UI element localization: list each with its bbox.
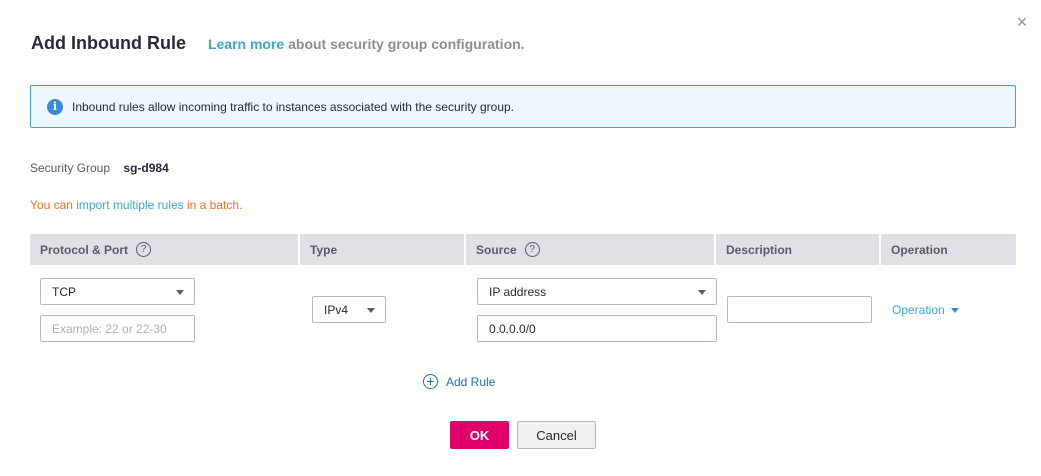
source-type-value: IP address [489,284,547,299]
info-banner: i Inbound rules allow incoming traffic t… [30,85,1016,128]
subtitle-text: about security group configuration. [284,36,525,52]
batch-import-hint: You can import multiple rules in a batch… [30,198,242,212]
operation-label: Operation [892,303,945,317]
security-group-value: sg-d984 [123,161,169,175]
dialog-subtitle: Learn more about security group configur… [208,36,525,52]
chevron-down-icon [367,308,375,313]
cancel-button[interactable]: Cancel [517,421,596,449]
col-protocol-port-label: Protocol & Port [40,242,129,257]
rules-table-header: Protocol & Port ? Type Source ? Descript… [30,234,1016,265]
chevron-down-icon [176,290,184,295]
security-group-label: Security Group [30,161,111,175]
protocol-value: TCP [52,284,76,299]
help-icon[interactable]: ? [136,242,152,257]
type-value: IPv4 [324,302,349,317]
info-text: Inbound rules allow incoming traffic to … [72,99,515,114]
col-description-label: Description [726,242,793,257]
batch-prefix: You can [30,198,77,212]
source-type-select[interactable]: IP address [477,278,717,305]
col-source: Source ? [466,234,716,265]
learn-more-link[interactable]: Learn more [208,36,284,52]
type-select[interactable]: IPv4 [312,296,386,323]
add-rule-button[interactable]: + Add Rule [423,374,495,389]
col-operation-label: Operation [891,242,948,257]
col-type: Type [300,234,466,265]
port-input[interactable]: Example: 22 or 22-30 [40,315,195,342]
close-icon[interactable]: × [1014,13,1030,31]
info-icon: i [47,98,63,115]
col-protocol-port: Protocol & Port ? [30,234,300,265]
operation-dropdown[interactable]: Operation [892,303,959,317]
ok-button[interactable]: OK [450,421,509,449]
source-ip-input[interactable]: 0.0.0.0/0 [477,315,717,342]
col-operation: Operation [881,234,1016,265]
plus-circle-icon: + [423,374,438,389]
security-group-row: Security Group sg-d984 [30,161,169,175]
help-icon[interactable]: ? [524,242,540,257]
caret-down-icon [950,307,959,313]
col-description: Description [716,234,881,265]
batch-suffix: in a batch. [183,198,243,212]
dialog-title: Add Inbound Rule [31,33,186,53]
col-source-label: Source [476,242,517,257]
col-type-label: Type [310,242,338,257]
dialog-header: Add Inbound Rule Learn more about securi… [31,33,525,54]
import-rules-link[interactable]: import multiple rules [76,198,183,212]
description-input[interactable] [727,296,872,323]
chevron-down-icon [698,290,706,295]
add-rule-label: Add Rule [446,374,496,389]
source-ip-value: 0.0.0.0/0 [489,321,536,336]
port-placeholder: Example: 22 or 22-30 [52,321,167,336]
protocol-select[interactable]: TCP [40,278,195,305]
